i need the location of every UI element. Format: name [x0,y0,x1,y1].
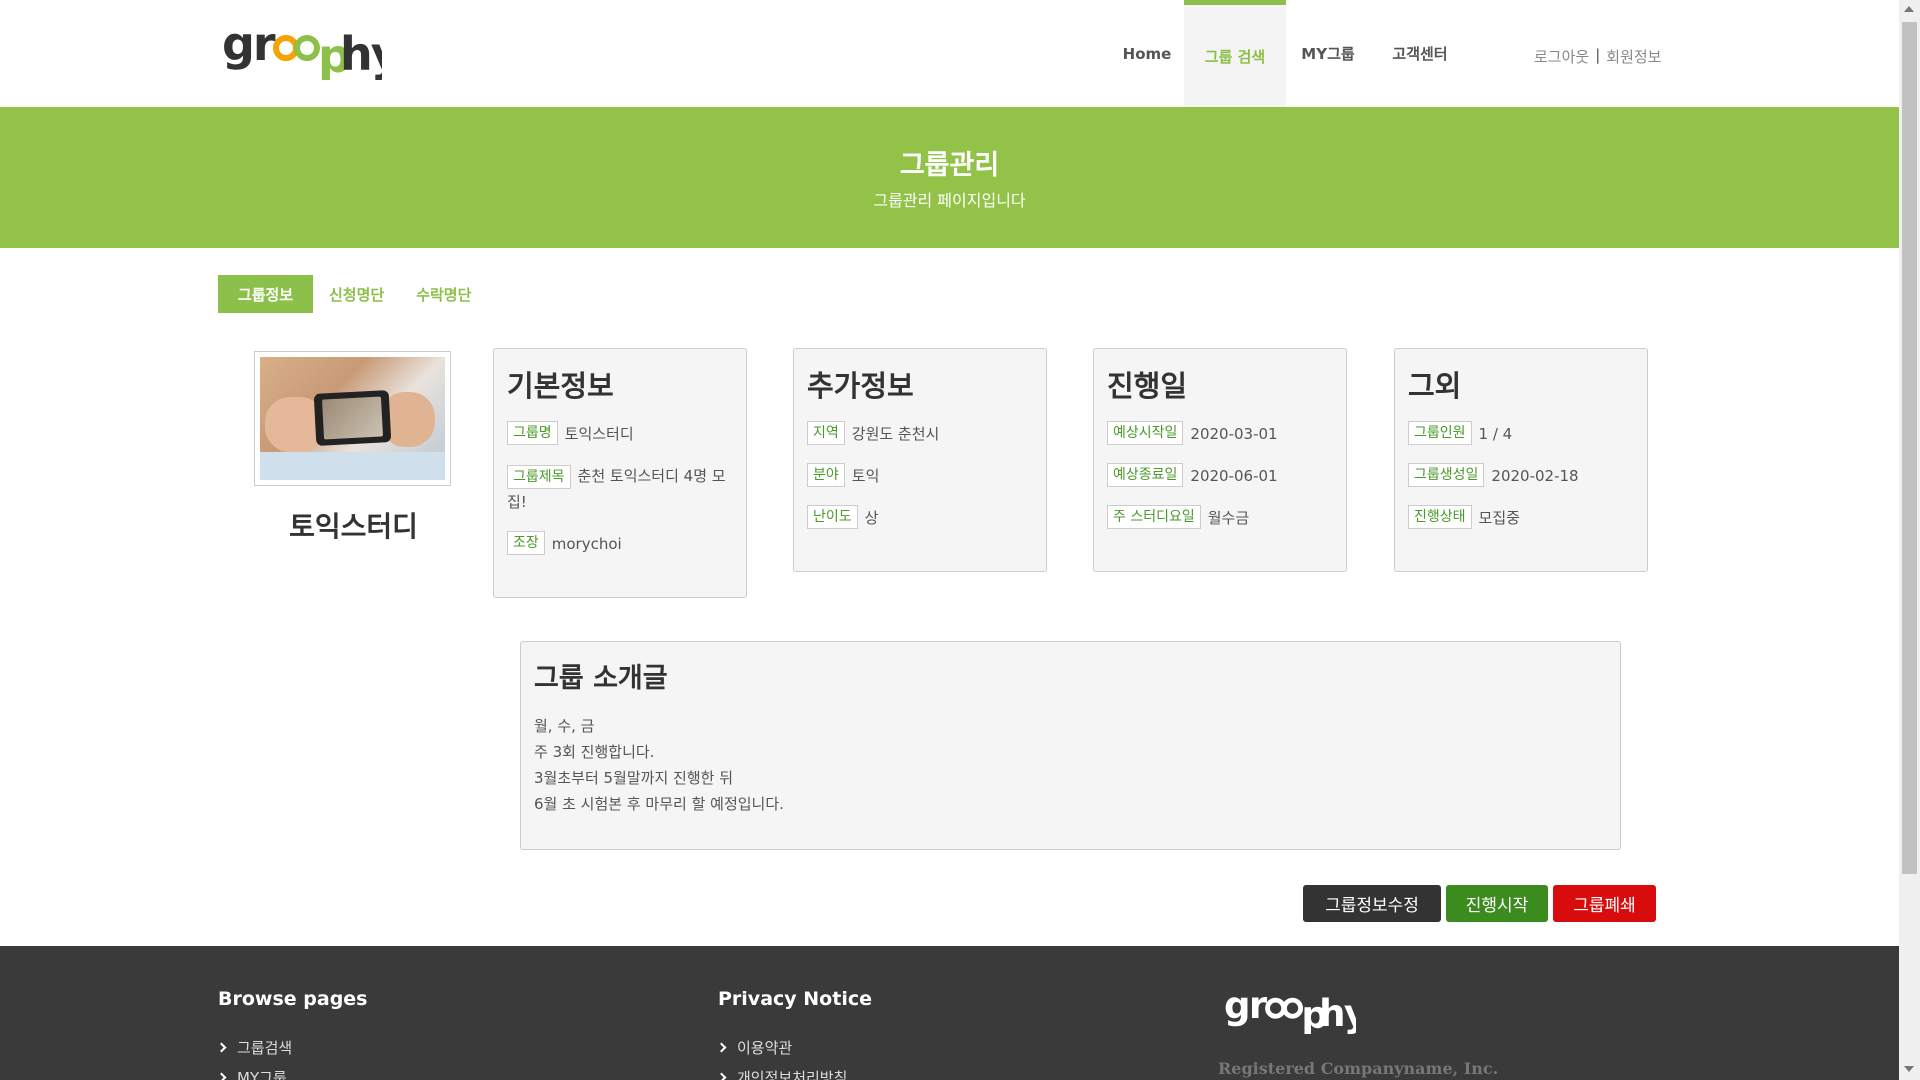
svg-text:hy: hy [340,27,382,80]
chevron-right-icon [216,1042,227,1053]
svg-text:hy: hy [1319,992,1356,1034]
edit-group-button[interactable]: 그룹정보수정 [1303,885,1441,922]
tab-accepted-list[interactable]: 수락명단 [400,275,487,313]
info-value: 2020-02-18 [1491,467,1579,485]
card-title: 기본정보 [507,369,614,403]
info-label: 지역 [807,421,845,445]
group-image [254,351,451,486]
info-label: 진행상태 [1408,505,1472,529]
schedule-card: 진행일 예상시작일 2020-03-01 예상종료일 2020-06-01 주 … [1093,348,1347,572]
tab-application-list[interactable]: 신청명단 [313,275,400,313]
site-footer: Browse pages 그룹검색 MY그룹 Privacy Notice 이용… [0,946,1899,1080]
info-row: 주 스터디요일 월수금 [1107,505,1333,531]
extra-info-card: 추가정보 지역 강원도 춘천시 분야 토익 난이도 상 [793,348,1047,572]
start-progress-button[interactable]: 진행시작 [1446,885,1548,922]
info-row: 진행상태 모집중 [1408,505,1634,531]
footer-link-label: 이용약관 [737,1039,793,1057]
svg-text:gr: gr [1224,984,1268,1027]
footer-link-privacy-policy[interactable]: 개인정보처리방침 [716,1067,848,1080]
card-title: 그외 [1408,369,1462,403]
intro-line: 주 3회 진행합니다. [534,743,655,761]
chevron-right-icon [216,1072,227,1080]
basic-info-card: 기본정보 그룹명 토익스터디 그룹제목 춘천 토익스터디 4명 모집! 조장 mo… [493,348,747,598]
info-value: 2020-03-01 [1190,425,1278,443]
info-value: 상 [864,509,879,527]
group-intro-panel: 그룹 소개글 월, 수, 금 주 3회 진행합니다. 3월초부터 5월말까지 진… [520,641,1621,850]
member-info-link[interactable]: 회원정보 [1606,46,1661,67]
logout-link[interactable]: 로그아웃 [1534,46,1589,67]
company-name: Registered Companyname, Inc. [1218,1059,1499,1078]
info-label: 그룹제목 [507,465,571,489]
chevron-right-icon [716,1072,727,1080]
scroll-down-arrow-icon[interactable] [1904,1066,1914,1072]
phone-photo-image [260,357,445,480]
page-subtitle: 그룹관리 페이지입니다 [873,191,1026,210]
page-banner: 그룹관리 그룹관리 페이지입니다 [0,107,1899,248]
scroll-up-arrow-icon[interactable] [1904,6,1914,12]
tab-group-info[interactable]: 그룹정보 [218,275,313,313]
info-label: 조장 [507,531,545,555]
info-label: 예상시작일 [1107,421,1184,445]
site-header: gr p hy Home 그룹 검색 MY그룹 고객센터 로그아웃 | 회원정보 [0,0,1899,107]
info-row: 그룹생성일 2020-02-18 [1408,463,1634,489]
info-value: 모집중 [1478,509,1520,527]
footer-link-terms[interactable]: 이용약관 [716,1037,793,1058]
link-separator: | [1595,46,1601,64]
info-row: 그룹인원 1 / 4 [1408,421,1634,447]
close-group-button[interactable]: 그룹폐쇄 [1553,885,1656,922]
info-label: 그룹인원 [1408,421,1472,445]
nav-home[interactable]: Home [1110,0,1184,107]
scrollbar-thumb[interactable] [1902,22,1917,874]
groophy-logo[interactable]: gr p hy [222,18,382,80]
footer-link-my-group[interactable]: MY그룹 [216,1067,287,1080]
info-value: 1 / 4 [1478,425,1513,443]
info-label: 예상종료일 [1107,463,1184,487]
footer-link-label: MY그룹 [237,1069,287,1080]
info-row: 예상시작일 2020-03-01 [1107,421,1333,447]
footer-link-label: 그룹검색 [237,1039,293,1057]
intro-line: 월, 수, 금 [534,717,595,735]
card-title: 진행일 [1107,369,1188,403]
intro-line: 6월 초 시험본 후 마무리 할 예정입니다. [534,795,784,813]
svg-text:gr: gr [222,18,276,71]
nav-customer-center[interactable]: 고객센터 [1370,0,1470,107]
info-value: 2020-06-01 [1190,467,1278,485]
info-value: 토익스터디 [564,425,634,443]
intro-title: 그룹 소개글 [534,663,668,694]
info-label: 분야 [807,463,845,487]
info-row: 예상종료일 2020-06-01 [1107,463,1333,489]
card-title: 추가정보 [807,369,914,403]
info-value: morychoi [551,535,622,553]
footer-link-label: 개인정보처리방침 [737,1069,848,1080]
user-links: 로그아웃 | 회원정보 [1534,46,1661,67]
nav-group-search[interactable]: 그룹 검색 [1184,0,1286,107]
info-value: 강원도 춘천시 [851,425,940,443]
info-label: 주 스터디요일 [1107,505,1201,529]
chevron-right-icon [716,1042,727,1053]
info-row: 그룹제목 춘천 토익스터디 4명 모집! [507,463,733,515]
page-title: 그룹관리 [899,150,1000,181]
management-tabs: 그룹정보 신청명단 수락명단 [218,275,487,313]
info-row: 지역 강원도 춘천시 [807,421,1033,447]
info-label: 그룹명 [507,421,558,445]
privacy-notice-title: Privacy Notice [718,988,872,1010]
main-nav: Home 그룹 검색 MY그룹 고객센터 [1110,0,1470,107]
info-row: 조장 morychoi [507,531,733,557]
footer-link-group-search[interactable]: 그룹검색 [216,1037,293,1058]
etc-info-card: 그외 그룹인원 1 / 4 그룹생성일 2020-02-18 진행상태 모집중 [1394,348,1648,572]
info-label: 그룹생성일 [1408,463,1485,487]
footer-groophy-logo: gr p hy [1224,984,1356,1034]
info-row: 그룹명 토익스터디 [507,421,733,447]
info-label: 난이도 [807,505,858,529]
group-name-heading: 토익스터디 [289,510,418,543]
nav-my-group[interactable]: MY그룹 [1286,0,1370,107]
browse-pages-title: Browse pages [218,988,368,1010]
info-row: 난이도 상 [807,505,1033,531]
intro-line: 3월초부터 5월말까지 진행한 뒤 [534,769,733,787]
info-value: 월수금 [1207,509,1250,527]
info-row: 분야 토익 [807,463,1033,489]
vertical-scrollbar[interactable] [1899,0,1920,1080]
info-value: 토익 [851,467,880,485]
